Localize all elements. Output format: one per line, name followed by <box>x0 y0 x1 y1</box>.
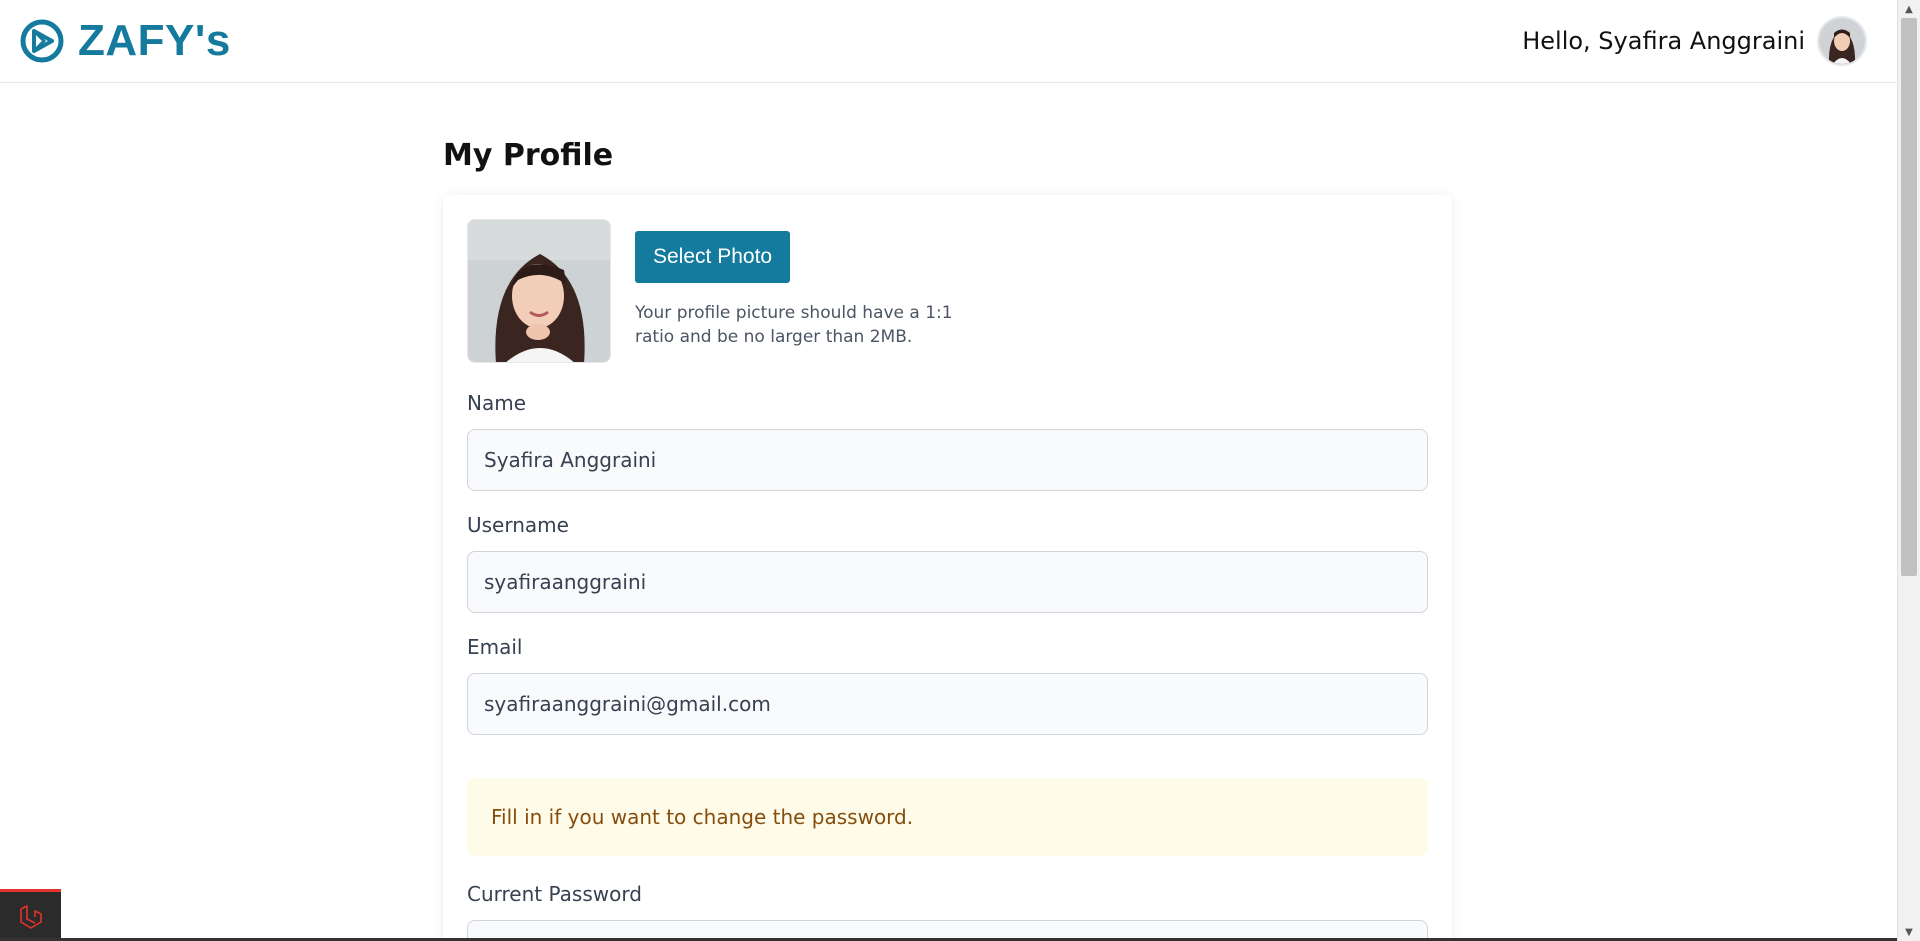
email-field-group: Email syafiraanggraini@gmail.com <box>467 635 1428 735</box>
username-input[interactable]: syafiraanggraini <box>467 551 1428 613</box>
top-header: ZAFY's Hello, Syafira Anggraini <box>0 0 1897 83</box>
profile-photo <box>467 219 611 363</box>
current-password-field-group: Current Password <box>467 882 1428 941</box>
scroll-down-arrow-icon[interactable]: ▼ <box>1898 923 1920 941</box>
laravel-debugbar-toggle[interactable] <box>0 889 61 941</box>
user-greeting: Hello, Syafira Anggraini <box>1522 27 1805 55</box>
scroll-up-arrow-icon[interactable]: ▲ <box>1898 0 1920 18</box>
email-input[interactable]: syafiraanggraini@gmail.com <box>467 673 1428 735</box>
username-label: Username <box>467 513 569 537</box>
current-password-label: Current Password <box>467 882 642 906</box>
laravel-debugbar-icon <box>19 904 42 929</box>
brand-logo-icon <box>20 19 64 63</box>
name-label: Name <box>467 391 527 415</box>
username-field-group: Username syafiraanggraini <box>467 513 1428 613</box>
app-root: ZAFY's Hello, Syafira Anggraini My Profi… <box>0 0 1920 941</box>
select-photo-button[interactable]: Select Photo <box>635 231 791 283</box>
page-title: My Profile <box>443 138 614 173</box>
photo-actions: Select Photo Your profile picture should… <box>635 219 955 363</box>
brand-name: ZAFY's <box>78 16 231 65</box>
name-input[interactable]: Syafira Anggraini <box>467 429 1428 491</box>
email-label: Email <box>467 635 523 659</box>
photo-section: Select Photo Your profile picture should… <box>467 219 955 363</box>
page-scrollbar[interactable]: ▲ ▼ <box>1897 0 1920 941</box>
name-field-group: Name Syafira Anggraini <box>467 391 1428 491</box>
user-avatar[interactable] <box>1817 16 1867 66</box>
brand-link[interactable]: ZAFY's <box>20 16 231 66</box>
profile-card: Select Photo Your profile picture should… <box>443 195 1452 941</box>
scroll-thumb[interactable] <box>1901 18 1917 576</box>
password-notice: Fill in if you want to change the passwo… <box>467 778 1428 856</box>
user-menu[interactable]: Hello, Syafira Anggraini <box>1522 16 1867 66</box>
photo-hint: Your profile picture should have a 1:1 r… <box>635 303 953 347</box>
